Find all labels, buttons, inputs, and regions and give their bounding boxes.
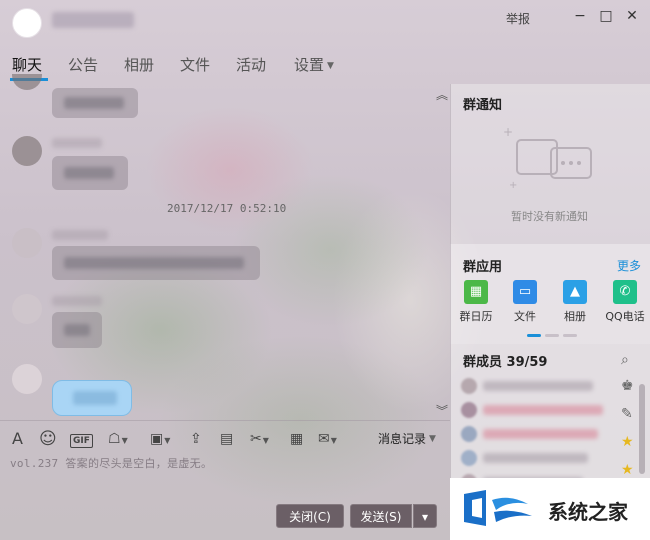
app-qq-phone[interactable]: ✆ QQ电话 xyxy=(603,280,647,324)
message-bubble xyxy=(52,246,260,280)
archive-icon[interactable]: ▦ xyxy=(290,430,303,448)
message-record-label: 消息记录 xyxy=(378,432,427,446)
app-label: 群日历 xyxy=(459,310,493,323)
send-button[interactable]: 发送(S) xyxy=(350,504,412,528)
chevron-down-icon: ▼ xyxy=(429,434,436,444)
tab-bar: 聊天 公告 相册 文件 活动 设置 ▼ xyxy=(0,50,450,81)
chevron-down-icon: ▼ xyxy=(327,61,334,71)
message-box-icon[interactable]: ✉▼ xyxy=(318,430,337,448)
more-apps-link[interactable]: 更多 xyxy=(617,257,641,274)
members-title: 群成员 39/59 xyxy=(463,355,548,370)
chat-messages[interactable]: 2017/12/17 0:52:10 ︽ ︾ xyxy=(0,74,450,419)
member-item[interactable] xyxy=(461,378,611,394)
message-record-button[interactable]: 消息记录 ▼ xyxy=(378,430,436,447)
star-icon: ★ xyxy=(621,434,634,450)
tab-album[interactable]: 相册 xyxy=(124,54,154,75)
phone-icon: ✆ xyxy=(613,280,637,304)
apps-title: 群应用 xyxy=(463,260,503,275)
notice-title: 群通知 xyxy=(463,98,503,113)
avatar[interactable] xyxy=(12,74,42,90)
message-bubble xyxy=(52,312,102,348)
close-chat-button[interactable]: 关闭(C) xyxy=(276,504,344,528)
group-name-blurred xyxy=(52,12,134,28)
svg-text:+: + xyxy=(503,125,513,139)
scroll-down-icon[interactable]: ︾ xyxy=(436,402,448,419)
sender-name xyxy=(52,138,102,148)
member-item[interactable] xyxy=(461,450,611,466)
tab-settings-label: 设置 xyxy=(294,56,325,74)
upload-icon[interactable]: ⇪ xyxy=(190,430,202,448)
star-icon: ★ xyxy=(621,462,634,478)
scroll-up-icon[interactable]: ︽ xyxy=(436,86,448,103)
app-label: 文件 xyxy=(514,310,536,323)
group-owner-icon[interactable]: ♚ xyxy=(621,378,634,394)
pager-dot[interactable] xyxy=(545,334,559,337)
tab-files[interactable]: 文件 xyxy=(180,54,210,75)
pager-dot-active[interactable] xyxy=(527,334,541,337)
watermark-text: 系统之家 xyxy=(548,500,628,524)
watermark-logo xyxy=(464,490,532,526)
pager-dot[interactable] xyxy=(563,334,577,337)
gif-icon[interactable]: GIF xyxy=(70,430,93,448)
own-message-bubble xyxy=(52,380,132,416)
member-item[interactable] xyxy=(461,426,611,442)
svg-text:+: + xyxy=(509,180,517,191)
message-timestamp: 2017/12/17 0:52:10 xyxy=(167,202,287,215)
folder-icon: ▭ xyxy=(513,280,537,304)
empty-notice-icon: + + xyxy=(503,125,592,191)
right-panel: 群通知 + + 暂时没有新通知 群应用 更多 ▦ 群日历 ▭ 文件 ▲ 相册 ✆… xyxy=(450,84,650,540)
emoji-icon[interactable]: ☺ xyxy=(39,430,57,448)
gift-icon[interactable]: ▤ xyxy=(220,430,233,448)
magic-expression-icon[interactable]: ☖▼ xyxy=(108,430,128,448)
tab-activity[interactable]: 活动 xyxy=(236,54,266,75)
sender-name xyxy=(52,230,108,240)
input-text: vol.237 答案的尽头是空白，是虚无。 xyxy=(10,457,213,470)
avatar[interactable] xyxy=(12,364,42,394)
message-bubble xyxy=(52,156,128,190)
maximize-button[interactable]: □ xyxy=(598,8,614,24)
font-icon[interactable]: A xyxy=(12,430,23,448)
app-label: 相册 xyxy=(564,310,586,323)
avatar[interactable] xyxy=(12,136,42,166)
notice-empty-text: 暂时没有新通知 xyxy=(511,210,588,223)
app-files[interactable]: ▭ 文件 xyxy=(503,280,547,324)
avatar[interactable] xyxy=(12,294,42,324)
send-options-button[interactable]: ▾ xyxy=(413,504,437,528)
member-item[interactable] xyxy=(461,402,611,418)
gif-label: GIF xyxy=(70,434,93,448)
title-bar: 举报 − □ ✕ xyxy=(0,0,650,38)
report-link[interactable]: 举报 xyxy=(506,10,530,27)
search-icon[interactable]: ⌕ xyxy=(621,352,629,368)
close-window-button[interactable]: ✕ xyxy=(624,8,640,24)
app-calendar[interactable]: ▦ 群日历 xyxy=(454,280,498,324)
sender-name xyxy=(52,296,102,306)
app-album[interactable]: ▲ 相册 xyxy=(553,280,597,324)
tab-announcement[interactable]: 公告 xyxy=(68,54,98,75)
tab-settings[interactable]: 设置 ▼ xyxy=(294,54,334,75)
pencil-icon[interactable]: ✎ xyxy=(621,406,633,422)
avatar[interactable] xyxy=(12,228,42,258)
calendar-icon: ▦ xyxy=(464,280,488,304)
image-icon[interactable]: ▣▼ xyxy=(150,430,170,448)
minimize-button[interactable]: − xyxy=(572,8,588,24)
message-input[interactable]: vol.237 答案的尽头是空白，是虚无。 xyxy=(0,452,450,500)
message-bubble xyxy=(52,88,138,118)
members-scrollbar[interactable] xyxy=(639,384,645,474)
scissors-icon[interactable]: ✂▼ xyxy=(250,430,269,448)
tab-chat[interactable]: 聊天 xyxy=(12,54,42,75)
group-avatar[interactable] xyxy=(12,8,42,38)
image-icon: ▲ xyxy=(563,280,587,304)
app-label: QQ电话 xyxy=(605,310,645,323)
